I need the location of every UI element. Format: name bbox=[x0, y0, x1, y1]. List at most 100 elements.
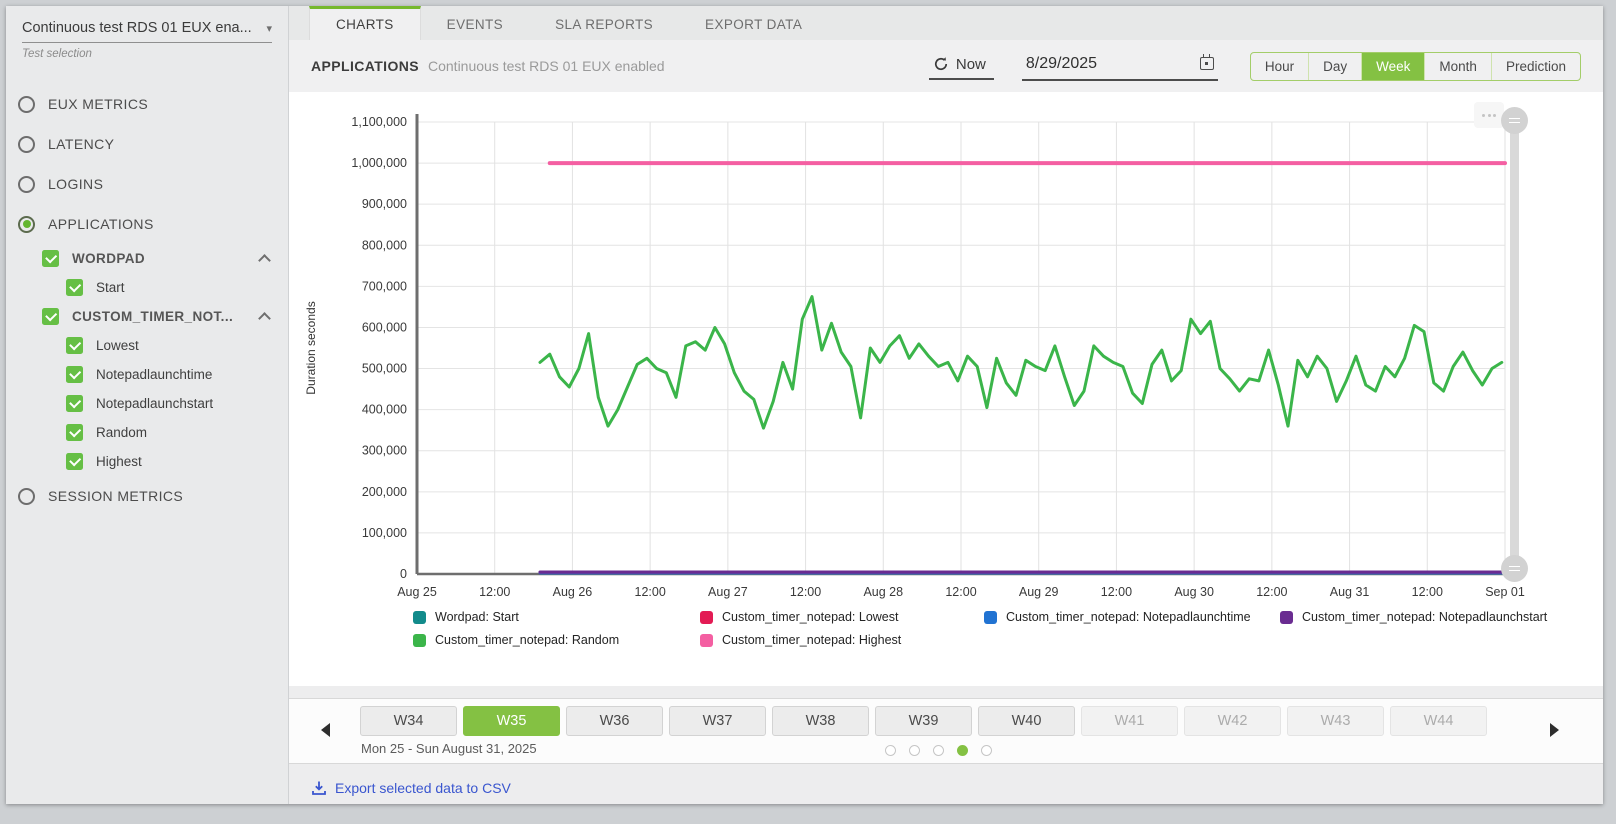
legend-item-custom-timer-notepad-highest[interactable]: Custom_timer_notepad: Highest bbox=[700, 633, 984, 647]
metric-item-highest[interactable]: Highest bbox=[6, 447, 288, 476]
pagination-dot-2[interactable] bbox=[909, 745, 920, 756]
week-range-label: Mon 25 - Sun August 31, 2025 bbox=[361, 741, 537, 756]
chevron-up-icon[interactable] bbox=[258, 254, 271, 267]
page-subtitle: Continuous test RDS 01 EUX enabled bbox=[428, 58, 665, 74]
metric-item-label: Notepadlaunchstart bbox=[96, 396, 213, 411]
week-button-w35[interactable]: W35 bbox=[463, 706, 560, 736]
chevron-down-icon: ▾ bbox=[266, 22, 272, 35]
sidebar-item-applications[interactable]: APPLICATIONS bbox=[6, 204, 288, 244]
svg-text:Sep 01: Sep 01 bbox=[1485, 585, 1525, 599]
week-button-w42: W42 bbox=[1184, 706, 1281, 736]
sidebar-item-session-metrics[interactable]: SESSION METRICS bbox=[6, 476, 288, 516]
sidebar-item-latency[interactable]: LATENCY bbox=[6, 124, 288, 164]
next-weeks-arrow[interactable] bbox=[1550, 723, 1559, 737]
chart-zoom-slider-handle-bottom[interactable] bbox=[1501, 555, 1528, 582]
range-button-week[interactable]: Week bbox=[1362, 53, 1425, 80]
refresh-now-button[interactable]: Now bbox=[929, 53, 994, 80]
svg-text:12:00: 12:00 bbox=[1256, 585, 1287, 599]
svg-text:Aug 31: Aug 31 bbox=[1330, 585, 1370, 599]
sidebar-item-label: LATENCY bbox=[48, 136, 114, 152]
calendar-icon[interactable] bbox=[1200, 57, 1214, 70]
metric-item-random[interactable]: Random bbox=[6, 418, 288, 447]
series-custom-timer-notepad-random bbox=[540, 297, 1502, 429]
svg-text:700,000: 700,000 bbox=[362, 279, 407, 293]
tab-export-data[interactable]: EXPORT DATA bbox=[679, 6, 828, 40]
svg-text:100,000: 100,000 bbox=[362, 526, 407, 540]
chevron-up-icon[interactable] bbox=[258, 312, 271, 325]
metric-item-notepadlaunchstart[interactable]: Notepadlaunchstart bbox=[6, 389, 288, 418]
checkbox-checked-icon[interactable] bbox=[42, 250, 59, 267]
tab-events[interactable]: EVENTS bbox=[421, 6, 529, 40]
pagination-dot-4[interactable] bbox=[957, 745, 968, 756]
legend-item-custom-timer-notepad-notepadlaunchstart[interactable]: Custom_timer_notepad: Notepadlaunchstart bbox=[1280, 610, 1603, 624]
legend-item-custom-timer-notepad-random[interactable]: Custom_timer_notepad: Random bbox=[413, 633, 700, 647]
chart-legend: Wordpad: Start Custom_timer_notepad: Lowe… bbox=[413, 610, 1603, 647]
metric-item-label: Notepadlaunchtime bbox=[96, 367, 212, 382]
metric-group-label: WORDPAD bbox=[72, 251, 232, 266]
chart-panel: 0100,000200,000300,000400,000500,000600,… bbox=[289, 92, 1603, 686]
range-button-hour[interactable]: Hour bbox=[1251, 53, 1309, 80]
week-button-w38[interactable]: W38 bbox=[772, 706, 869, 736]
chart-context-menu-button[interactable] bbox=[1474, 102, 1504, 128]
week-button-w41: W41 bbox=[1081, 706, 1178, 736]
legend-item-custom-timer-notepad-notepadlaunchtime[interactable]: Custom_timer_notepad: Notepadlaunchtime bbox=[984, 610, 1280, 624]
metric-item-start[interactable]: Start bbox=[6, 273, 288, 302]
metric-group-custom-timer-not[interactable]: CUSTOM_TIMER_NOT... bbox=[6, 302, 288, 331]
pagination-dot-1[interactable] bbox=[885, 745, 896, 756]
date-input[interactable]: 8/29/2025 bbox=[1022, 52, 1218, 81]
checkbox-checked-icon[interactable] bbox=[66, 453, 83, 470]
radio-icon[interactable] bbox=[18, 488, 35, 505]
week-button-w37[interactable]: W37 bbox=[669, 706, 766, 736]
radio-icon[interactable] bbox=[18, 136, 35, 153]
week-button-w36[interactable]: W36 bbox=[566, 706, 663, 736]
week-button-w43: W43 bbox=[1287, 706, 1384, 736]
range-button-month[interactable]: Month bbox=[1425, 53, 1492, 80]
checkbox-checked-icon[interactable] bbox=[66, 424, 83, 441]
app-window: Continuous test RDS 01 EUX ena... ▾ Test… bbox=[6, 6, 1603, 804]
pagination-dots bbox=[885, 745, 992, 756]
sidebar-item-eux-metrics[interactable]: EUX METRICS bbox=[6, 84, 288, 124]
export-csv-link[interactable]: Export selected data to CSV bbox=[335, 780, 511, 796]
metric-item-label: Highest bbox=[96, 454, 142, 469]
metric-item-lowest[interactable]: Lowest bbox=[6, 331, 288, 360]
chart-zoom-slider-handle-top[interactable] bbox=[1501, 107, 1528, 134]
legend-swatch bbox=[700, 611, 713, 624]
pagination-dot-3[interactable] bbox=[933, 745, 944, 756]
legend-label: Custom_timer_notepad: Highest bbox=[722, 633, 901, 647]
pagination-dot-5[interactable] bbox=[981, 745, 992, 756]
week-button-w40[interactable]: W40 bbox=[978, 706, 1075, 736]
radio-icon[interactable] bbox=[18, 216, 35, 233]
tab-bar: CHARTSEVENTSSLA REPORTSEXPORT DATA bbox=[289, 6, 1603, 40]
main-area: CHARTSEVENTSSLA REPORTSEXPORT DATA APPLI… bbox=[289, 6, 1603, 804]
metric-group-wordpad[interactable]: WORDPAD bbox=[6, 244, 288, 273]
sidebar-item-label: SESSION METRICS bbox=[48, 488, 183, 504]
tab-sla-reports[interactable]: SLA REPORTS bbox=[529, 6, 679, 40]
checkbox-checked-icon[interactable] bbox=[66, 279, 83, 296]
range-button-prediction[interactable]: Prediction bbox=[1492, 53, 1580, 80]
checkbox-checked-icon[interactable] bbox=[66, 395, 83, 412]
legend-label: Custom_timer_notepad: Lowest bbox=[722, 610, 898, 624]
svg-text:Aug 30: Aug 30 bbox=[1174, 585, 1214, 599]
metric-item-notepadlaunchtime[interactable]: Notepadlaunchtime bbox=[6, 360, 288, 389]
chart-zoom-slider-track[interactable] bbox=[1510, 118, 1519, 570]
previous-weeks-arrow[interactable] bbox=[321, 723, 330, 737]
checkbox-checked-icon[interactable] bbox=[66, 366, 83, 383]
radio-icon[interactable] bbox=[18, 96, 35, 113]
range-button-day[interactable]: Day bbox=[1309, 53, 1362, 80]
svg-text:12:00: 12:00 bbox=[1101, 585, 1132, 599]
week-button-w39[interactable]: W39 bbox=[875, 706, 972, 736]
week-button-w34[interactable]: W34 bbox=[360, 706, 457, 736]
metric-item-label: Start bbox=[96, 280, 125, 295]
legend-item-custom-timer-notepad-lowest[interactable]: Custom_timer_notepad: Lowest bbox=[700, 610, 984, 624]
checkbox-checked-icon[interactable] bbox=[42, 308, 59, 325]
tab-charts[interactable]: CHARTS bbox=[309, 6, 421, 40]
sidebar-item-label: EUX METRICS bbox=[48, 96, 148, 112]
metric-nav: EUX METRICS LATENCY LOGINSAPPLICATIONS WORD… bbox=[6, 84, 288, 516]
legend-item-wordpad-start[interactable]: Wordpad: Start bbox=[413, 610, 700, 624]
svg-text:1,100,000: 1,100,000 bbox=[351, 115, 407, 129]
radio-icon[interactable] bbox=[18, 176, 35, 193]
week-buttons: W34W35W36W37W38W39W40W41W42W43W44 bbox=[360, 706, 1487, 736]
sidebar-item-logins[interactable]: LOGINS bbox=[6, 164, 288, 204]
checkbox-checked-icon[interactable] bbox=[66, 337, 83, 354]
test-selection-dropdown[interactable]: Continuous test RDS 01 EUX ena... ▾ bbox=[22, 20, 272, 43]
